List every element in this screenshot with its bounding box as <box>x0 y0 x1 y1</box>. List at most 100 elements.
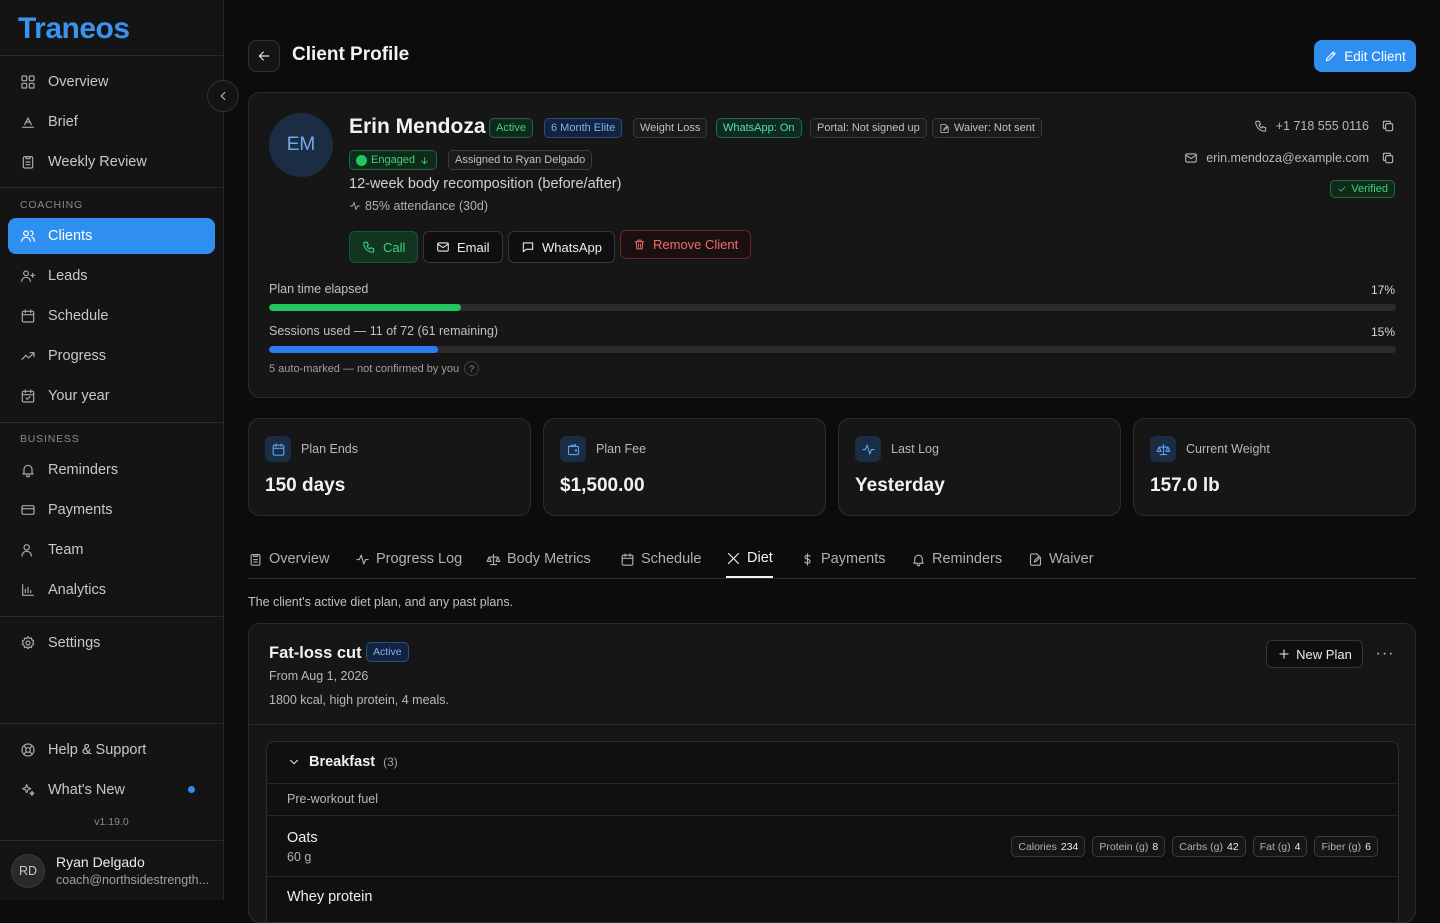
tab-diet[interactable]: Diet <box>726 540 773 578</box>
collapse-sidebar-button[interactable] <box>207 80 239 112</box>
tab-label: Progress Log <box>376 551 463 567</box>
section-label-business: BUSINESS <box>20 433 80 445</box>
macro-chip-carbs: Carbs (g) 42 <box>1172 836 1246 857</box>
message-icon <box>522 242 534 253</box>
new-plan-label: New Plan <box>1296 646 1352 662</box>
nav-item-team[interactable]: Team <box>8 532 215 568</box>
nav-item-leads[interactable]: Leads <box>8 258 215 294</box>
divider <box>267 876 1398 877</box>
engagement-label: Engaged <box>371 154 416 166</box>
plan-time-progress-bar <box>269 304 1396 311</box>
engagement-dropdown[interactable]: Engaged <box>349 150 438 170</box>
nav-item-payments[interactable]: Payments <box>8 492 215 528</box>
brief-icon <box>22 117 34 128</box>
copy-icon[interactable] <box>1381 119 1395 133</box>
nav-label: Team <box>48 542 84 558</box>
nav-item-brief[interactable]: Brief <box>8 104 215 140</box>
copy-icon[interactable] <box>1381 151 1395 165</box>
new-plan-button[interactable]: New Plan <box>1266 640 1363 668</box>
back-button[interactable] <box>248 40 280 72</box>
tab-overview[interactable]: Overview <box>248 540 329 578</box>
more-options-button[interactable]: ··· <box>1371 640 1399 668</box>
nav-item-overview[interactable]: Overview <box>8 64 215 100</box>
attendance-stat: 85% attendance (30d) <box>349 199 488 213</box>
nav-item-weekly-review[interactable]: Weekly Review <box>8 144 215 180</box>
nav-label: Leads <box>48 268 88 284</box>
stat-card-last-log: Last Log Yesterday <box>838 418 1121 516</box>
tab-schedule[interactable]: Schedule <box>620 540 701 578</box>
call-label: Call <box>383 239 406 255</box>
plan-time-label: Plan time elapsed <box>269 282 369 296</box>
sparkles-icon <box>22 784 35 796</box>
section-label-coaching: COACHING <box>20 199 83 211</box>
bell-icon <box>913 554 924 566</box>
call-button[interactable]: Call <box>349 231 419 263</box>
macro-value: 42 <box>1227 840 1239 853</box>
sidebar: Traneos Overview Brief Weekly Review COA… <box>0 0 224 900</box>
verified-badge: Verified <box>1330 180 1395 198</box>
assigned-badge: Assigned to Ryan Delgado <box>448 150 593 170</box>
phone-number[interactable]: +1 718 555 0116 <box>1276 119 1369 133</box>
user-email: coach@northsidestrength... <box>56 873 210 887</box>
tab-progress-log[interactable]: Progress Log <box>355 540 462 578</box>
plan-badge: 6 Month Elite <box>544 118 623 138</box>
tab-reminders[interactable]: Reminders <box>911 540 1002 578</box>
user-menu[interactable]: RD Ryan Delgado coach@northsidestrength.… <box>0 840 223 900</box>
nav-label: Schedule <box>48 308 109 324</box>
macro-label: Fiber (g) <box>1321 840 1362 853</box>
bell-icon <box>22 464 34 478</box>
nav-item-reminders[interactable]: Reminders <box>8 452 215 488</box>
nav-item-schedule[interactable]: Schedule <box>8 298 215 334</box>
macro-value: 234 <box>1060 840 1079 853</box>
nav-item-progress[interactable]: Progress <box>8 338 215 374</box>
mail-icon <box>437 242 449 252</box>
user-avatar: RD <box>11 854 45 888</box>
whatsapp-button[interactable]: WhatsApp <box>508 231 615 263</box>
diet-plan-card: Fat-loss cut Active From Aug 1, 2026 180… <box>248 623 1416 923</box>
plan-time-progress-fill <box>269 304 461 311</box>
tab-body-metrics[interactable]: Body Metrics <box>486 540 591 578</box>
divider <box>267 815 1398 816</box>
nav-item-whats-new[interactable]: What's New <box>8 772 215 808</box>
nav-item-clients[interactable]: Clients <box>8 218 215 254</box>
nav-item-analytics[interactable]: Analytics <box>8 572 215 608</box>
status-badge: Active <box>489 118 533 138</box>
tab-payments[interactable]: Payments <box>800 540 885 578</box>
chevron-left-icon <box>220 91 226 101</box>
macro-chip-protein: Protein (g) 8 <box>1092 836 1166 857</box>
edit-client-button[interactable]: Edit Client <box>1314 40 1416 72</box>
user-name: Ryan Delgado <box>56 854 145 870</box>
app-logo[interactable]: Traneos <box>18 12 130 46</box>
nav-label: Payments <box>48 502 113 518</box>
chevron-down-icon <box>289 759 299 765</box>
utensils-icon <box>727 552 740 564</box>
email-address[interactable]: erin.mendoza@example.com <box>1206 151 1369 165</box>
macro-label: Carbs (g) <box>1179 840 1224 853</box>
pencil-icon <box>1326 51 1336 62</box>
meal-header[interactable]: Breakfast (3) <box>287 754 398 770</box>
food-name: Whey protein <box>287 889 373 905</box>
remove-client-button[interactable]: Remove Client <box>620 230 752 259</box>
nav-item-help-support[interactable]: Help & Support <box>8 732 215 768</box>
check-icon <box>1339 186 1346 192</box>
help-icon[interactable]: ? <box>464 361 480 376</box>
tab-waiver[interactable]: Waiver <box>1028 540 1094 578</box>
stat-value: 157.0 lb <box>1150 475 1220 496</box>
document-edit-icon <box>940 123 949 133</box>
nav-item-settings[interactable]: Settings <box>8 625 215 661</box>
meal-title: Breakfast <box>309 754 376 770</box>
verified-label: Verified <box>1351 183 1388 195</box>
nav-item-your-year[interactable]: Your year <box>8 378 215 414</box>
stat-value: Yesterday <box>855 475 945 496</box>
bar-chart-icon <box>22 584 34 596</box>
plan-name: Fat-loss cut <box>269 644 362 662</box>
nav-label: Overview <box>48 74 109 90</box>
macro-chip-fat: Fat (g) 4 <box>1252 836 1308 857</box>
auto-marked-text: 5 auto-marked — not confirmed by you <box>269 362 460 375</box>
nav-label: Reminders <box>48 462 119 478</box>
nav-label: Settings <box>48 635 101 651</box>
sessions-percent: 15% <box>1370 325 1395 339</box>
divider <box>0 187 223 188</box>
remove-client-label: Remove Client <box>653 237 739 252</box>
email-button[interactable]: Email <box>423 231 503 263</box>
